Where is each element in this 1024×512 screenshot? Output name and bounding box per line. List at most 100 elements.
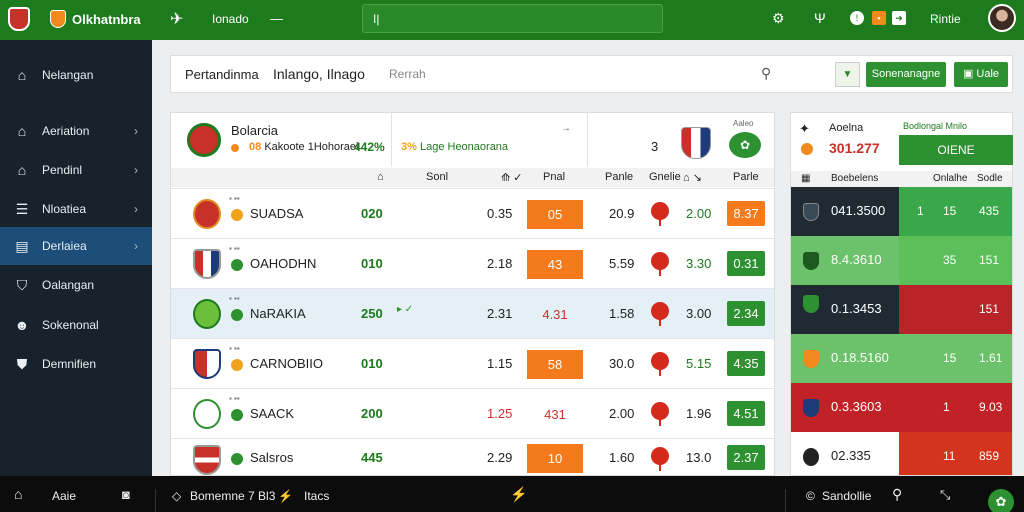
search-input[interactable]: Rerrah (389, 67, 426, 81)
signal-icon[interactable]: Ψ (814, 10, 826, 26)
bolt-icon[interactable]: ⚡ (510, 486, 527, 503)
menu-icon[interactable]: — (270, 11, 283, 26)
value-cell: 20.9 (609, 206, 635, 221)
match-name: Bolarcia (231, 123, 278, 138)
score: 445 (361, 450, 383, 465)
club-badge-icon[interactable]: ✿ (729, 132, 761, 158)
column-header[interactable]: Gnelie (649, 171, 681, 183)
odds-button[interactable]: 05 (527, 200, 583, 229)
odds-box[interactable]: 4.51 (727, 401, 765, 426)
panel-row-c: 151 (979, 302, 1000, 316)
odds-box[interactable]: 2.34 (727, 301, 765, 326)
team-crest-icon (193, 445, 221, 475)
team-crest-icon (187, 123, 221, 157)
panel-row-b: 11 (943, 449, 956, 463)
flag-icon[interactable]: ▪ (872, 11, 886, 25)
odds-box[interactable]: 0.31 (727, 251, 765, 276)
column-header[interactable]: Parle (733, 171, 759, 183)
sidebar-item-pendinl[interactable]: ⌂ Pendinl › (0, 151, 152, 189)
panel-row[interactable]: 0.1.3453 151 (791, 285, 1012, 334)
team-name: OAHODHN (250, 256, 317, 271)
search-icon[interactable]: ⚲ (892, 486, 902, 503)
chevron-down-icon[interactable]: ▼ (835, 62, 860, 87)
panel-row-c: 859 (979, 449, 1000, 463)
nav-link[interactable]: Ionado (212, 12, 249, 26)
sidebar-item-sokenonal[interactable]: ☻ Sokenonal (0, 306, 152, 344)
brand-name[interactable]: Olkhatnbra (72, 12, 141, 27)
panel-row-value: 02.335 (831, 448, 871, 463)
crest-icon: ⛊ (16, 355, 28, 372)
panel-row-c: 9.03 (979, 400, 1003, 414)
home-icon[interactable]: ⌂ (14, 486, 22, 502)
sort-icon[interactable]: ⌂ (377, 171, 384, 183)
odds-button[interactable]: 10 (527, 444, 583, 473)
sidebar-item-nloatiea[interactable]: ☰ Nloatiea › (0, 190, 152, 228)
pin-icon[interactable] (651, 202, 669, 226)
odds-button[interactable]: 43 (527, 250, 583, 279)
column-header[interactable]: Sodle (977, 173, 1003, 184)
panel-action-button[interactable]: OIENE (899, 135, 1013, 165)
secondary-button[interactable]: ▣ Uale (954, 62, 1008, 87)
pin-icon[interactable] (651, 352, 669, 376)
pin-icon[interactable] (651, 447, 669, 471)
panel-row[interactable]: 041.3500 1 15 435 (791, 187, 1012, 236)
panel-row[interactable]: 02.335 11 859 (791, 432, 1012, 475)
expand-icon[interactable]: ⤡ (940, 487, 950, 503)
column-header[interactable]: Pnal (543, 171, 565, 183)
odds-button[interactable]: 4.31 (527, 300, 583, 329)
column-header[interactable]: Sonl (426, 171, 448, 183)
camera-icon[interactable]: ◙ (122, 487, 130, 502)
panel-row[interactable]: 0.3.3603 1 9.03 (791, 383, 1012, 432)
column-header[interactable]: Boebelens (831, 173, 878, 184)
search-icon[interactable]: ⚲ (761, 65, 771, 82)
club-logo-icon[interactable] (8, 7, 30, 31)
pin-icon[interactable] (651, 252, 669, 276)
odds-box[interactable]: 4.35 (727, 351, 765, 376)
share-icon[interactable]: ➜ (892, 11, 906, 25)
value-cell: 2.18 (487, 256, 513, 271)
table-row[interactable]: ▪ ▪▪ NaRAKIA 250 ▸ ✓ 2.31 4.31 1.58 3.00… (171, 288, 774, 338)
bottom-center-label-2[interactable]: Itacs (304, 489, 329, 503)
plane-icon[interactable]: ✈ (170, 9, 183, 29)
user-name[interactable]: Rintie (930, 12, 961, 26)
table-row[interactable]: ▪ ▪▪ SAACK 200 1.25 431 2.00 1.96 4.51 (171, 388, 774, 438)
status-dot-icon (231, 409, 243, 421)
table-row[interactable]: Salsros 445 2.29 10 1.60 13.0 2.37 (171, 438, 774, 476)
sidebar-item-oalangan[interactable]: ⛉ Oalangan (0, 266, 152, 304)
odds-box[interactable]: 2.37 (727, 445, 765, 470)
pin-icon[interactable] (651, 302, 669, 326)
sort-icon[interactable]: ⟰ ✓ (501, 171, 523, 184)
avatar[interactable] (988, 4, 1016, 32)
column-header[interactable]: Panle (605, 171, 633, 183)
gear-icon[interactable]: ⚙ (772, 10, 785, 27)
info-icon[interactable]: ! (850, 11, 864, 25)
primary-button[interactable]: Sonenanagne (866, 62, 946, 87)
status-dot-icon (231, 453, 243, 465)
sidebar-item-aeriation[interactable]: ⌂ Aeriation › (0, 112, 152, 150)
odds-button[interactable]: 431 (527, 400, 583, 429)
table-row[interactable]: ▪ ▪▪ CARNOBIIO 010 1.15 58 30.0 5.15 4.3… (171, 338, 774, 388)
odds-button[interactable]: 58 (527, 350, 583, 379)
table-row[interactable]: ▪ ▪▪ SUADSA 020 0.35 05 20.9 2.00 8.37 (171, 188, 774, 238)
sidebar-item-demnifien[interactable]: ⛊ Demnifien (0, 345, 152, 383)
table-row[interactable]: ▪ ▪▪ OAHODHN 010 2.18 43 5.59 3.30 0.31 (171, 238, 774, 288)
sidebar: ⌂ Nelangan ⌂ Aeriation › ⌂ Pendinl › ☰ Nloatie… (0, 40, 152, 476)
panel-row[interactable]: 0.18.5160 15 1.61 (791, 334, 1012, 383)
panel-row[interactable]: 8.4.3610 35 151 (791, 236, 1012, 285)
bolt-icon[interactable]: ⚡ (278, 489, 293, 503)
sidebar-item-label: Aeriation (42, 124, 90, 138)
odds-box[interactable]: 8.37 (727, 201, 765, 226)
action-fab-icon[interactable]: ✿ (988, 489, 1014, 512)
pin-icon[interactable] (651, 402, 669, 426)
arrow-icon[interactable]: → (561, 123, 571, 134)
bottom-center-label[interactable]: Bomemne 7 Bl3 (190, 489, 275, 503)
secondary-button-label: Uale (976, 68, 1000, 80)
bell-icon[interactable]: ◇ (172, 489, 181, 503)
bottom-right-label[interactable]: Sandollie (822, 489, 871, 503)
column-header[interactable]: Onlalhe (933, 173, 967, 184)
sidebar-item-derlaiea[interactable]: ▤ Derlaiea › (0, 227, 152, 265)
sidebar-item-nelangan[interactable]: ⌂ Nelangan (0, 56, 152, 94)
sort-icon[interactable]: ⌂ ↘ (683, 171, 702, 184)
bottom-left-label[interactable]: Aaie (52, 489, 76, 503)
search-input[interactable]: I| (362, 4, 663, 33)
